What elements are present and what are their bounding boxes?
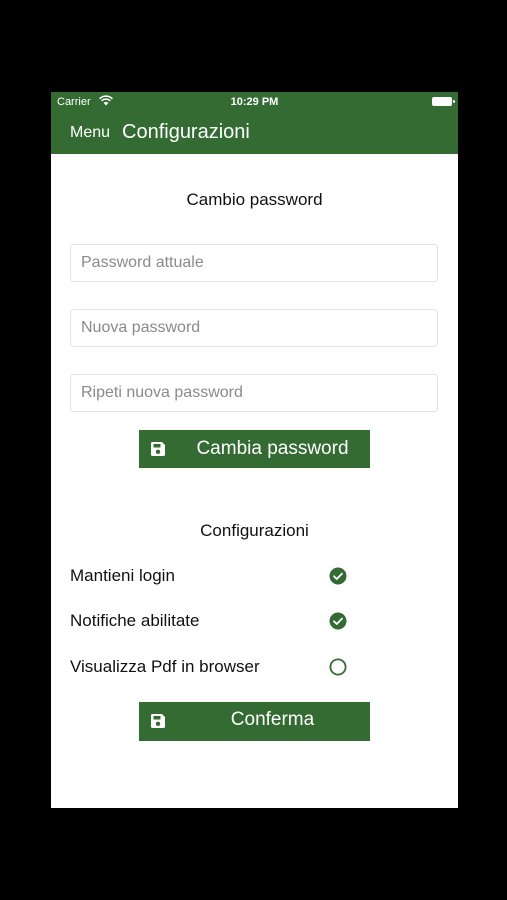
option-label: Mantieni login (70, 566, 175, 585)
password-section-title: Cambio password (186, 190, 323, 209)
option-keep-login[interactable]: Mantieni login (70, 563, 360, 589)
confirm-button[interactable]: Conferma (139, 702, 370, 741)
floppy-disk-icon (151, 714, 165, 728)
page-title: Configurazioni (122, 121, 250, 143)
new-password-input[interactable] (70, 309, 438, 347)
nav-bar: Menu Configurazioni (51, 112, 458, 154)
option-label: Notifiche abilitate (70, 611, 200, 630)
check-circle-icon[interactable] (329, 567, 347, 585)
option-label: Visualizza Pdf in browser (70, 657, 260, 676)
clock: 10:29 PM (230, 96, 279, 108)
change-password-button[interactable]: Cambia password (139, 430, 370, 468)
change-password-label: Cambia password (196, 438, 349, 459)
current-password-input[interactable] (70, 244, 438, 282)
status-bar: Carrier 10:29 PM (51, 92, 458, 112)
battery-icon (432, 97, 455, 106)
confirm-label: Conferma (230, 709, 315, 730)
repeat-password-input[interactable] (70, 374, 438, 412)
option-notifications[interactable]: Notifiche abilitate (70, 608, 360, 634)
config-section-title: Configurazioni (200, 521, 309, 540)
empty-circle-icon[interactable] (329, 658, 347, 676)
check-circle-icon[interactable] (329, 612, 347, 630)
menu-button[interactable]: Menu (70, 124, 110, 142)
option-pdf-in-browser[interactable]: Visualizza Pdf in browser (70, 654, 360, 680)
floppy-disk-icon (151, 442, 165, 456)
app-screen: Carrier 10:29 PM Menu Configurazioni Cam… (51, 92, 458, 808)
